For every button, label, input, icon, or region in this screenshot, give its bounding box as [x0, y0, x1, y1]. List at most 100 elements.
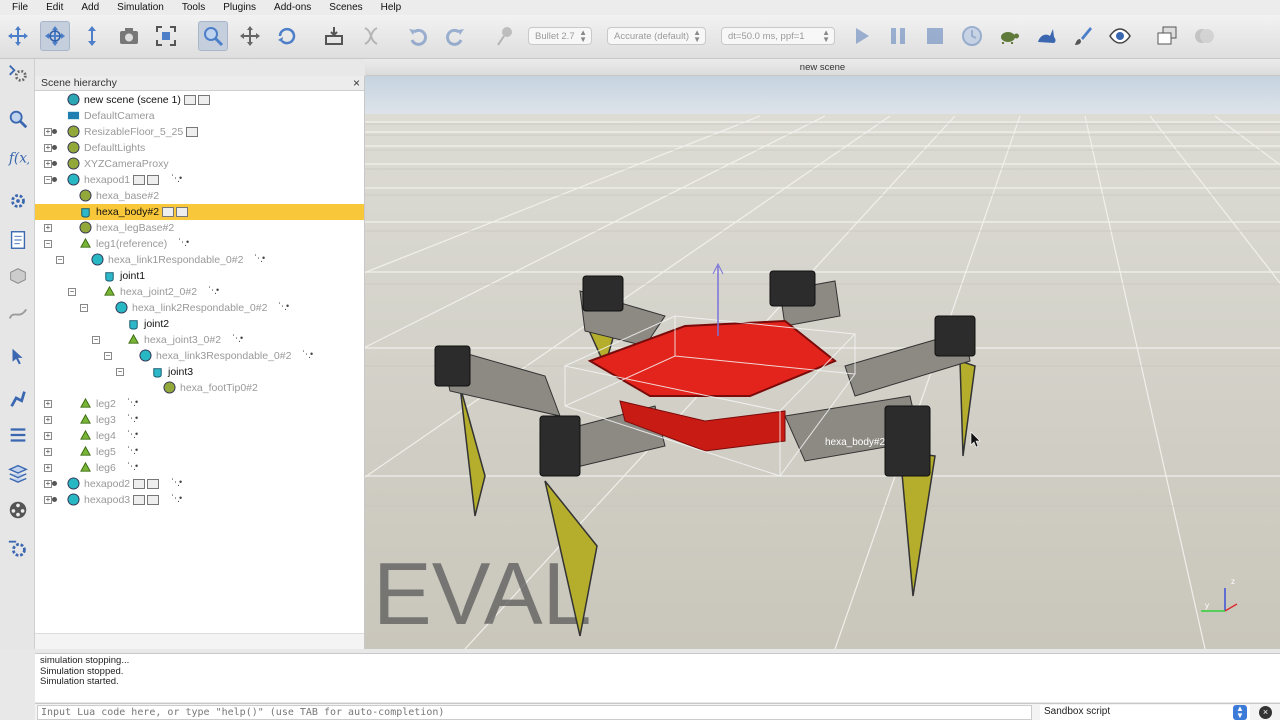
- expand-icon[interactable]: +: [44, 464, 52, 472]
- camera-shift-button[interactable]: [77, 21, 107, 51]
- menu-tools[interactable]: Tools: [170, 2, 211, 13]
- child-script-icon[interactable]: ⋱•: [171, 493, 182, 504]
- panel-scrollbar[interactable]: [35, 633, 364, 649]
- expand-icon[interactable]: +: [44, 128, 52, 136]
- child-script-icon[interactable]: ⋱•: [254, 253, 265, 264]
- menu-plugins[interactable]: Plugins: [211, 2, 262, 13]
- script-icon[interactable]: [133, 479, 145, 489]
- row-leg6[interactable]: + leg6 ⋱•: [35, 460, 364, 476]
- script-icon[interactable]: [184, 95, 196, 105]
- visibility-dot-icon[interactable]: [52, 129, 57, 134]
- calculation-properties-button[interactable]: [4, 226, 32, 254]
- thread-rendering-button[interactable]: [1068, 21, 1098, 51]
- menu-help[interactable]: Help: [369, 2, 408, 13]
- object-properties-button[interactable]: [4, 187, 32, 215]
- dynamics-toggle-button[interactable]: [490, 21, 520, 51]
- child-script-icon[interactable]: ⋱•: [171, 477, 182, 488]
- script-select[interactable]: Sandbox script: [1040, 705, 1250, 720]
- transfer-dna-button[interactable]: [356, 21, 386, 51]
- film-icon[interactable]: [198, 95, 210, 105]
- object-rotate-button[interactable]: [272, 21, 302, 51]
- child-script-icon[interactable]: ⋱•: [127, 397, 138, 408]
- row-hexapod3[interactable]: + hexapod3 ⋱•: [35, 492, 364, 508]
- speed-up-button[interactable]: [1031, 21, 1061, 51]
- menu-scenes[interactable]: Scenes: [317, 2, 368, 13]
- scene-hierarchy-toggle[interactable]: [4, 105, 32, 133]
- object-shift-button[interactable]: [235, 21, 265, 51]
- row-hexa-joint3[interactable]: − hexa_joint3_0#2 ⋱•: [35, 332, 364, 348]
- calculation-modules-button[interactable]: f(x): [4, 143, 32, 171]
- visibility-dot-icon[interactable]: [52, 481, 57, 486]
- slow-down-button[interactable]: [994, 21, 1024, 51]
- film-icon[interactable]: [176, 207, 188, 217]
- fit-to-view-button[interactable]: [151, 21, 181, 51]
- ik-button[interactable]: [4, 384, 32, 412]
- row-hexa-base[interactable]: hexa_base#2: [35, 188, 364, 204]
- video-recorder-button[interactable]: [4, 496, 32, 524]
- collapse-icon[interactable]: −: [68, 288, 76, 296]
- expand-icon[interactable]: +: [44, 416, 52, 424]
- script-icon[interactable]: [186, 127, 198, 137]
- 3d-viewport[interactable]: EVAL hexa_body#2 z y: [365, 76, 1280, 649]
- row-hexa-link1[interactable]: − hexa_link1Respondable_0#2 ⋱•: [35, 252, 364, 268]
- expand-icon[interactable]: +: [44, 448, 52, 456]
- menu-addons[interactable]: Add-ons: [262, 2, 317, 13]
- row-joint2[interactable]: joint2: [35, 316, 364, 332]
- engine-select[interactable]: Bullet 2.7 ▲ ▼: [528, 27, 592, 45]
- pause-simulation-button[interactable]: [883, 21, 913, 51]
- child-script-icon[interactable]: ⋱•: [208, 285, 219, 296]
- camera-angle-button[interactable]: [114, 21, 144, 51]
- child-script-icon[interactable]: ⋱•: [302, 349, 313, 360]
- child-script-icon[interactable]: ⋱•: [178, 237, 189, 248]
- collapse-icon[interactable]: −: [92, 336, 100, 344]
- expand-icon[interactable]: +: [44, 496, 52, 504]
- menu-file[interactable]: File: [0, 2, 34, 13]
- lua-input[interactable]: Input Lua code here, or type "help()" (u…: [37, 705, 1032, 720]
- row-leg1[interactable]: − leg1(reference) ⋱•: [35, 236, 364, 252]
- row-hexa-legbase[interactable]: + hexa_legBase#2: [35, 220, 364, 236]
- scene-selector-button[interactable]: [1189, 21, 1219, 51]
- path-edit-button[interactable]: [4, 299, 32, 327]
- row-leg4[interactable]: + leg4 ⋱•: [35, 428, 364, 444]
- shape-edit-button[interactable]: [4, 262, 32, 290]
- row-leg2[interactable]: + leg2 ⋱•: [35, 396, 364, 412]
- model-browser-toggle[interactable]: [4, 59, 32, 87]
- child-script-icon[interactable]: ⋱•: [278, 301, 289, 312]
- row-hexa-link3[interactable]: − hexa_link3Respondable_0#2 ⋱•: [35, 348, 364, 364]
- collapse-icon[interactable]: −: [44, 176, 52, 184]
- user-settings-button[interactable]: [4, 535, 32, 563]
- visibility-dot-icon[interactable]: [52, 161, 57, 166]
- expand-icon[interactable]: +: [44, 400, 52, 408]
- close-icon[interactable]: ×: [353, 76, 360, 90]
- redo-button[interactable]: [440, 21, 470, 51]
- start-simulation-button[interactable]: [846, 21, 876, 51]
- child-script-icon[interactable]: ⋱•: [127, 429, 138, 440]
- child-script-icon[interactable]: ⋱•: [171, 173, 182, 184]
- child-script-icon[interactable]: ⋱•: [127, 445, 138, 456]
- page-selector-button[interactable]: [1152, 21, 1182, 51]
- row-hexa-body[interactable]: hexa_body#2: [35, 204, 364, 220]
- collapse-icon[interactable]: −: [116, 368, 124, 376]
- expand-icon[interactable]: +: [44, 432, 52, 440]
- film-icon[interactable]: [147, 479, 159, 489]
- row-joint1[interactable]: joint1: [35, 268, 364, 284]
- undo-button[interactable]: [403, 21, 433, 51]
- camera-pan-button[interactable]: [3, 21, 33, 51]
- child-script-icon[interactable]: ⋱•: [127, 413, 138, 424]
- child-script-icon[interactable]: ⋱•: [232, 333, 243, 344]
- camera-rotate-button[interactable]: [40, 21, 70, 51]
- row-leg5[interactable]: + leg5 ⋱•: [35, 444, 364, 460]
- collapse-icon[interactable]: −: [44, 240, 52, 248]
- row-hexapod1[interactable]: − hexapod1 ⋱•: [35, 172, 364, 188]
- click-select-button[interactable]: [198, 21, 228, 51]
- accuracy-select[interactable]: Accurate (default) ▲ ▼: [607, 27, 706, 45]
- collapse-icon[interactable]: −: [80, 304, 88, 312]
- row-default-lights[interactable]: + DefaultLights: [35, 140, 364, 156]
- expand-icon[interactable]: +: [44, 480, 52, 488]
- collapse-icon[interactable]: −: [104, 352, 112, 360]
- stop-simulation-button[interactable]: [920, 21, 950, 51]
- script-icon[interactable]: [133, 495, 145, 505]
- child-script-icon[interactable]: ⋱•: [127, 461, 138, 472]
- expand-icon[interactable]: +: [44, 160, 52, 168]
- visibility-dot-icon[interactable]: [52, 497, 57, 502]
